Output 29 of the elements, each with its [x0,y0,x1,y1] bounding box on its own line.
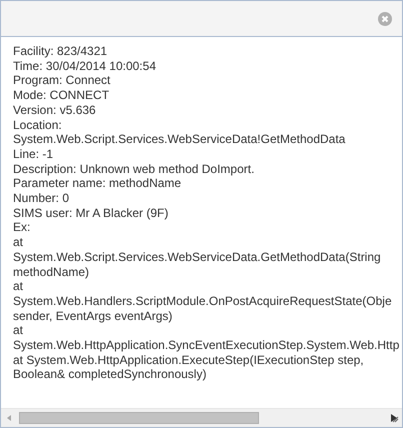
log-line: Mode: CONNECT [13,88,110,103]
log-line: methodName) [13,264,90,280]
log-line: System.Web.Script.Services.WebServiceData!GetMethodData [13,132,346,147]
log-line: Facility: 823/4321 [13,44,108,59]
close-icon [378,12,392,26]
log-line: at System.Web.HttpApplication.ExecuteStep(IExecutionStep step, [13,352,364,368]
horizontal-scrollbar[interactable] [1,408,402,427]
log-line: System.Web.Script.Services.WebServiceData.GetMethodData(String [13,250,381,265]
resize-grip-icon[interactable] [389,413,399,423]
scrollbar-thumb[interactable] [19,412,259,424]
log-line: System.Web.HttpApplication.SyncEventExecutionStep.System.Web.Http [13,338,400,353]
log-line: Location: [13,118,62,132]
close-button[interactable] [378,12,392,26]
log-line: Boolean& completedSynchronously) [13,367,206,382]
log-line: Parameter name: methodName [13,176,182,192]
log-line: Version: v5.636 [13,102,96,118]
log-line: Program: Connect [13,73,110,88]
log-line: SIMS user: Mr A Blacker (9F) [13,206,168,220]
log-line: at [13,235,24,250]
log-line: Ex: [13,220,30,236]
log-line: Line: -1 [13,146,54,162]
log-line: System.Web.Handlers.ScriptModule.OnPostAcquireRequestState(Obje [13,294,392,309]
log-line: Time: 30/04/2014 10:00:54 [13,58,156,74]
log-line: Number: 0 [13,191,70,206]
scroll-left-icon[interactable] [5,414,13,422]
log-line: sender, EventArgs eventArgs) [13,308,172,324]
log-line: Description: Unknown web method DoImport. [13,162,254,176]
log-line: at [13,279,24,294]
log-line: at [13,323,24,338]
